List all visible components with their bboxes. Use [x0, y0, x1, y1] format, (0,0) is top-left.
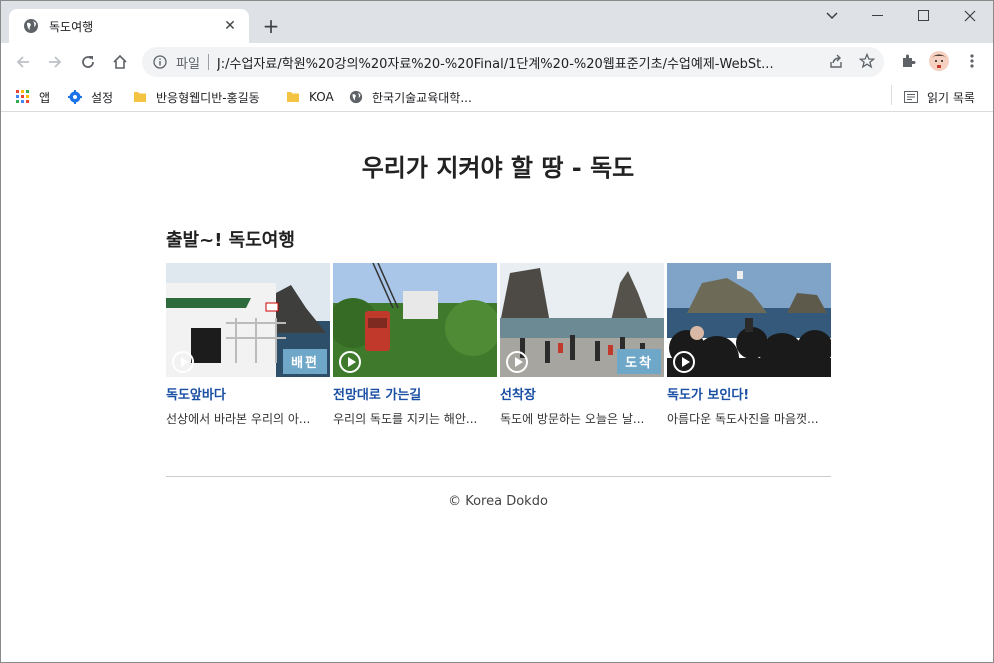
home-icon[interactable] [107, 49, 133, 75]
reading-list-icon [904, 90, 918, 104]
folder-icon [286, 90, 300, 104]
card-thumbnail[interactable]: 배편 [166, 263, 330, 377]
reading-list-button[interactable]: 읽기 목록 [904, 86, 975, 108]
card-title[interactable]: 독도가 보인다! [667, 384, 831, 403]
card[interactable]: 도착 선착장 독도에 방문하는 오늘은 날... [500, 263, 664, 427]
menu-dots-icon[interactable] [961, 50, 983, 72]
share-icon[interactable] [825, 50, 847, 72]
card-thumbnail[interactable]: 도착 [500, 263, 664, 377]
bookmark-divider [891, 85, 892, 105]
card-badge: 배편 [283, 349, 327, 374]
footer-divider [166, 476, 831, 477]
address-scheme: 파일 [176, 56, 200, 72]
bookmark-apps[interactable]: 앱 [16, 86, 50, 108]
card-description: 우리의 독도를 지키는 해안... [333, 412, 478, 426]
card[interactable]: 전망대로 가는길 우리의 독도를 지키는 해안... [333, 263, 497, 427]
tab-search-icon[interactable] [809, 1, 855, 31]
bookmarks-bar: 앱 설정 반응형웹디반-홍길동 KOA 한국기술교육대학... 읽기 목록 [1, 81, 993, 112]
card-badge: 도착 [617, 349, 661, 374]
bookmark-site[interactable]: 한국기술교육대학... [349, 86, 472, 108]
bookmark-star-icon[interactable] [856, 50, 878, 72]
bookmark-settings[interactable]: 설정 [68, 86, 113, 108]
maximize-icon[interactable] [901, 1, 947, 31]
folder-icon [133, 90, 147, 104]
browser-toolbar: 파일 J:/수업자료/학원%20강의%20자료%20-%20Final/1단계%… [1, 43, 993, 81]
address-separator [207, 54, 209, 70]
address-bar[interactable]: 파일 J:/수업자료/학원%20강의%20자료%20-%20Final/1단계%… [142, 47, 884, 77]
back-arrow-icon[interactable] [10, 49, 36, 75]
bookmark-label: KOA [309, 90, 334, 104]
page-title: 우리가 지켜야 할 땅 - 독도 [361, 154, 635, 182]
card-list: 배편 독도앞바다 선상에서 바라본 우리의 아... 전망대로 가는길 우리의 … [166, 263, 831, 427]
page-content: 우리가 지켜야 할 땅 - 독도 출발~! 독도여행 배편 독도앞바다 선상에서… [1, 112, 993, 662]
play-icon[interactable] [172, 351, 194, 373]
reload-icon[interactable] [75, 49, 101, 75]
profile-avatar-icon[interactable] [928, 50, 950, 72]
info-icon[interactable] [152, 54, 168, 70]
card-title[interactable]: 전망대로 가는길 [333, 384, 497, 403]
close-tab-icon[interactable]: ✕ [221, 17, 239, 35]
close-window-icon[interactable] [947, 1, 993, 31]
globe-icon [349, 90, 363, 104]
section-title: 출발~! 독도여행 [166, 230, 295, 251]
bookmark-label: 반응형웹디반-홍길동 [156, 90, 260, 105]
bookmark-label: 한국기술교육대학... [372, 90, 472, 105]
card-description: 선상에서 바라본 우리의 아... [166, 412, 311, 426]
card-thumbnail[interactable] [667, 263, 831, 377]
play-icon[interactable] [506, 351, 528, 373]
globe-icon [23, 18, 39, 34]
card[interactable]: 배편 독도앞바다 선상에서 바라본 우리의 아... [166, 263, 330, 427]
play-icon[interactable] [673, 351, 695, 373]
reading-list-label: 읽기 목록 [927, 90, 975, 105]
minimize-icon[interactable] [855, 1, 901, 31]
bookmark-label: 앱 [39, 90, 51, 105]
card-thumbnail[interactable] [333, 263, 497, 377]
apps-grid-icon [16, 90, 30, 104]
tab-strip: 독도여행 ✕ + [1, 1, 993, 43]
bookmark-folder-1[interactable]: 반응형웹디반-홍길동 [133, 86, 260, 108]
card-title[interactable]: 선착장 [500, 384, 664, 403]
footer-copyright: © Korea Dokdo [448, 494, 548, 509]
browser-tab[interactable]: 독도여행 ✕ [9, 9, 249, 43]
bookmark-label: 설정 [91, 90, 114, 105]
address-url[interactable]: J:/수업자료/학원%20강의%20자료%20-%20Final/1단계%20-… [217, 53, 807, 72]
forward-arrow-icon[interactable] [42, 49, 68, 75]
card-description: 아름다운 독도사진을 마음껏... [667, 412, 819, 426]
new-tab-button[interactable]: + [259, 14, 283, 38]
gear-icon [68, 90, 82, 104]
card-title[interactable]: 독도앞바다 [166, 384, 330, 403]
bookmark-folder-koa[interactable]: KOA [286, 86, 334, 108]
card[interactable]: 독도가 보인다! 아름다운 독도사진을 마음껏... [667, 263, 831, 427]
tab-title: 독도여행 [49, 19, 94, 34]
extensions-puzzle-icon[interactable] [897, 50, 919, 72]
card-description: 독도에 방문하는 오늘은 날... [500, 412, 645, 426]
play-icon[interactable] [339, 351, 361, 373]
